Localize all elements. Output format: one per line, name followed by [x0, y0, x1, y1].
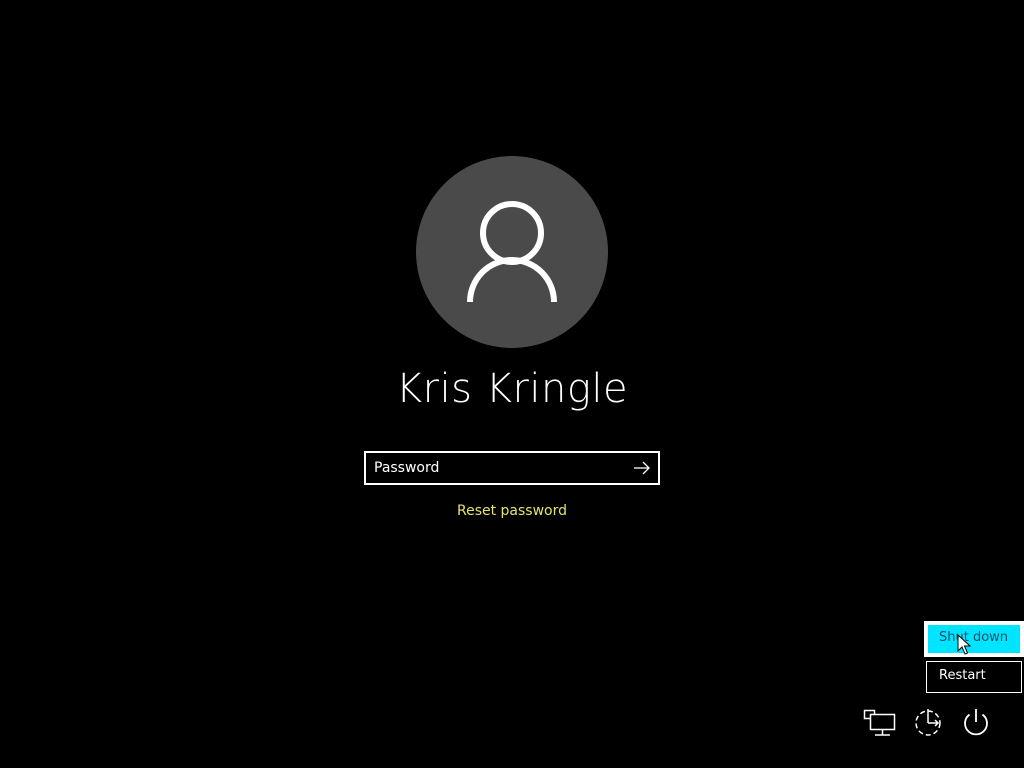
mouse-cursor-icon [957, 634, 971, 655]
user-icon [467, 201, 557, 303]
password-field[interactable] [364, 451, 660, 485]
power-menu: Shut down Restart [924, 621, 1024, 693]
reset-password-link[interactable]: Reset password [412, 503, 612, 519]
power-icon[interactable] [959, 705, 993, 739]
user-name: Kris Kringle [395, 366, 629, 412]
menu-item-restart[interactable]: Restart [926, 661, 1022, 693]
user-avatar [416, 156, 608, 348]
network-icon[interactable] [863, 705, 897, 739]
lock-screen: Kris Kringle Reset password Shut down Re… [0, 0, 1024, 768]
password-input[interactable] [374, 453, 624, 483]
menu-item-shut-down[interactable]: Shut down [924, 621, 1024, 657]
ease-of-access-icon[interactable] [911, 705, 945, 739]
arrow-right-icon[interactable] [632, 458, 652, 478]
